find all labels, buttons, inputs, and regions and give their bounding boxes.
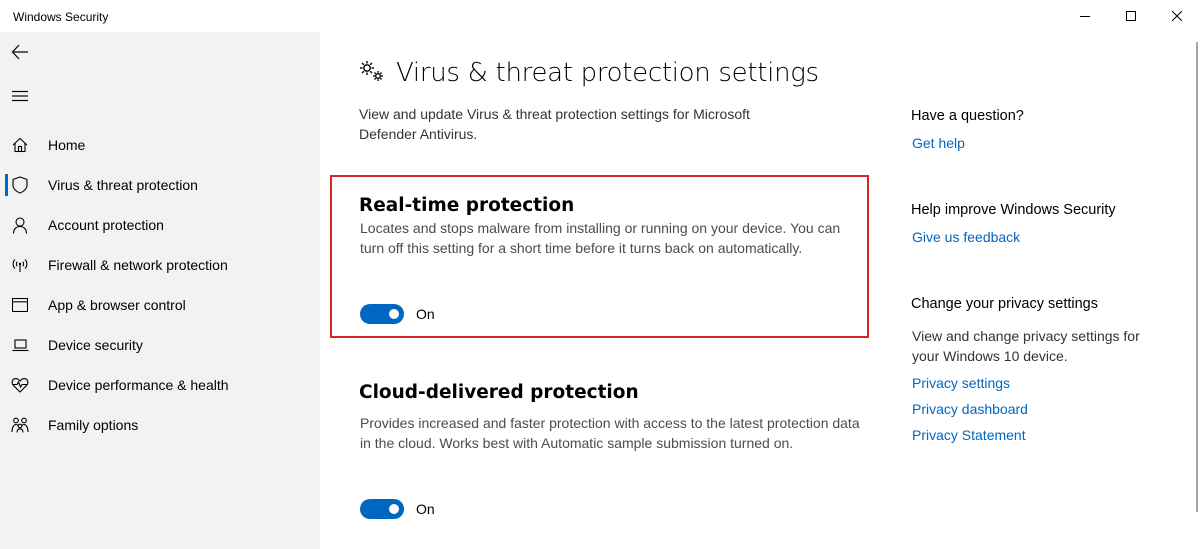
- maximize-button[interactable]: [1108, 0, 1154, 32]
- privacy-settings-link[interactable]: Privacy settings: [912, 375, 1010, 391]
- cloud-protection-toggle[interactable]: [360, 499, 404, 519]
- get-help-link[interactable]: Get help: [912, 135, 965, 151]
- realtime-protection-toggle[interactable]: [360, 304, 404, 324]
- heart-pulse-icon: [11, 376, 29, 394]
- scrollbar[interactable]: [1196, 32, 1200, 549]
- feedback-link[interactable]: Give us feedback: [912, 229, 1020, 245]
- section-description-realtime: Locates and stops malware from installin…: [360, 220, 841, 256]
- shield-icon: [11, 176, 29, 194]
- hamburger-menu-icon: [12, 90, 28, 102]
- close-icon: [1172, 11, 1182, 21]
- sidebar-item-firewall-network-protection[interactable]: Firewall & network protection: [0, 245, 320, 285]
- sidebar-item-label: Family options: [48, 417, 139, 433]
- cloud-toggle-row: On: [360, 499, 435, 519]
- sidebar-item-app-browser-control[interactable]: App & browser control: [0, 285, 320, 325]
- page-description: View and update Virus & threat protectio…: [359, 106, 750, 142]
- sidebar-item-home[interactable]: Home: [0, 125, 320, 165]
- gears-icon: [358, 59, 386, 88]
- sidebar-item-label: App & browser control: [48, 297, 186, 313]
- toggle-knob: [389, 309, 399, 319]
- home-icon: [11, 136, 29, 154]
- title-bar: Windows Security: [0, 0, 1200, 32]
- privacy-heading: Change your privacy settings: [911, 296, 1098, 312]
- question-heading: Have a question?: [911, 108, 1024, 124]
- close-button[interactable]: [1154, 0, 1200, 32]
- realtime-toggle-row: On: [360, 304, 435, 324]
- wifi-antenna-icon: [11, 256, 29, 274]
- sidebar-item-label: Home: [48, 137, 86, 153]
- sidebar-item-virus-threat-protection[interactable]: Virus & threat protection: [0, 165, 320, 205]
- family-icon: [11, 416, 29, 434]
- back-button[interactable]: [0, 32, 40, 72]
- maximize-icon: [1126, 11, 1136, 21]
- back-arrow-icon: [11, 44, 28, 60]
- page-header: Virus & threat protection settings: [358, 58, 819, 88]
- sidebar-item-device-performance-health[interactable]: Device performance & health: [0, 365, 320, 405]
- app-window-icon: [11, 296, 29, 314]
- window-title: Windows Security: [13, 10, 109, 24]
- toggle-state-label: On: [416, 501, 435, 517]
- sidebar-item-label: Device performance & health: [48, 377, 229, 393]
- main-content: Virus & threat protection settings View …: [320, 32, 1200, 549]
- privacy-description: View and change privacy settings for you…: [912, 328, 1140, 364]
- sidebar-item-account-protection[interactable]: Account protection: [0, 205, 320, 245]
- menu-button[interactable]: [0, 76, 40, 116]
- section-title-cloud: Cloud-delivered protection: [359, 382, 639, 403]
- page-title: Virus & threat protection settings: [396, 58, 819, 88]
- scrollbar-thumb[interactable]: [1196, 42, 1198, 512]
- minimize-button[interactable]: [1062, 0, 1108, 32]
- toggle-state-label: On: [416, 306, 435, 322]
- sidebar-item-label: Firewall & network protection: [48, 257, 228, 273]
- minimize-icon: [1080, 16, 1090, 17]
- privacy-statement-link[interactable]: Privacy Statement: [912, 427, 1026, 443]
- privacy-dashboard-link[interactable]: Privacy dashboard: [912, 401, 1028, 417]
- selection-indicator: [5, 174, 8, 196]
- improve-heading: Help improve Windows Security: [911, 202, 1116, 218]
- laptop-icon: [11, 336, 29, 354]
- sidebar-item-label: Account protection: [48, 217, 164, 233]
- sidebar: Home Virus & threat protection Account p…: [0, 32, 320, 549]
- sidebar-item-device-security[interactable]: Device security: [0, 325, 320, 365]
- person-icon: [11, 216, 29, 234]
- sidebar-item-label: Device security: [48, 337, 143, 353]
- toggle-knob: [389, 504, 399, 514]
- sidebar-item-family-options[interactable]: Family options: [0, 405, 320, 445]
- sidebar-item-label: Virus & threat protection: [48, 177, 198, 193]
- section-description-cloud: Provides increased and faster protection…: [360, 415, 860, 451]
- section-title-realtime: Real-time protection: [359, 195, 575, 216]
